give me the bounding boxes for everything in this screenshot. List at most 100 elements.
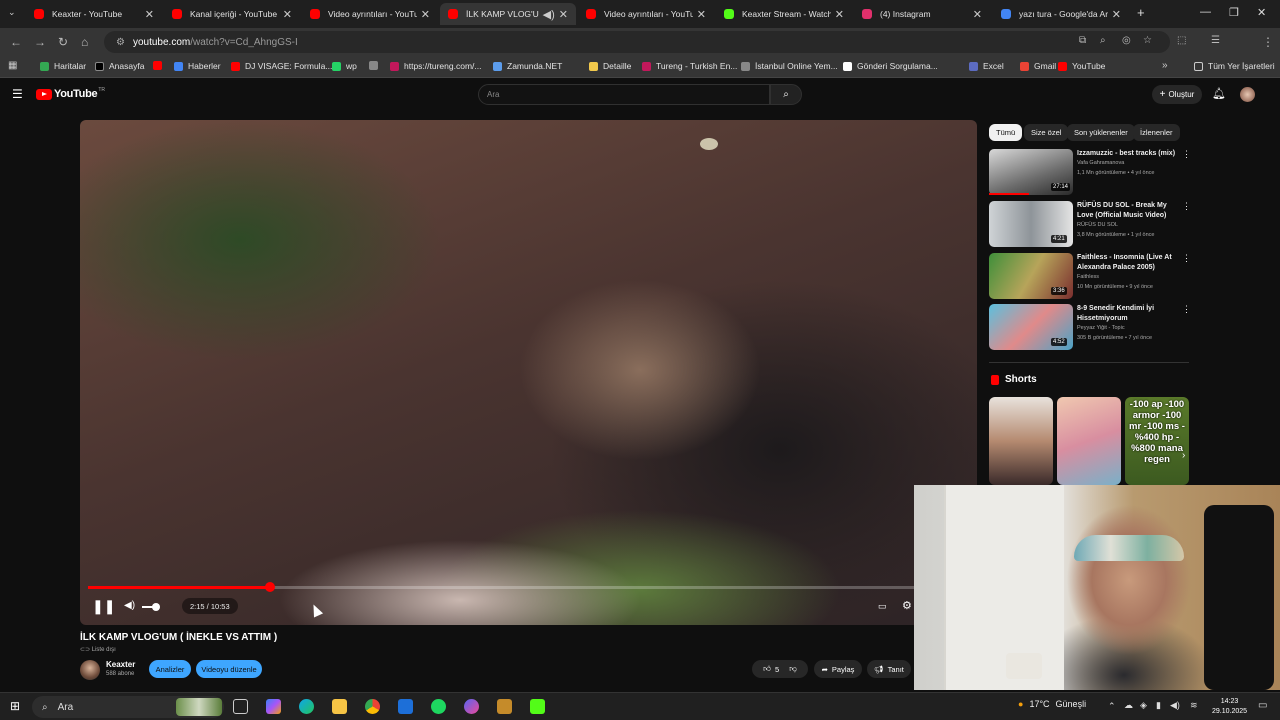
- spotify-icon[interactable]: [431, 699, 446, 714]
- edit-video-button[interactable]: Videoyu düzenle: [196, 660, 262, 678]
- tab-close-icon[interactable]: ✕: [973, 8, 982, 21]
- file-explorer-icon[interactable]: [332, 699, 347, 714]
- filter-chip[interactable]: Son yüklenenler: [1067, 124, 1135, 141]
- tab-close-icon[interactable]: ✕: [559, 8, 568, 21]
- settings-gear-icon[interactable]: ⚙: [902, 599, 912, 612]
- install-icon[interactable]: ⧉: [1079, 35, 1086, 46]
- bookmark-item[interactable]: Tureng - Turkish En...: [642, 61, 737, 71]
- recommended-title[interactable]: Faithless - Insomnia (Live At Alexandra …: [1077, 253, 1181, 272]
- channel-avatar[interactable]: [80, 660, 100, 680]
- browser-tab[interactable]: (4) Instagram ✕: [854, 3, 990, 25]
- more-options-icon[interactable]: ⋮: [1182, 201, 1191, 212]
- bookmark-item[interactable]: Gönderi Sorgulama...: [843, 61, 938, 71]
- progress-bar[interactable]: [88, 582, 969, 592]
- tab-close-icon[interactable]: ✕: [697, 8, 706, 21]
- bookmark-item[interactable]: YouTube: [1058, 61, 1105, 71]
- task-view-icon[interactable]: [233, 699, 248, 714]
- sidepanel-icon[interactable]: ☰: [1211, 35, 1220, 46]
- bookmark-item[interactable]: Haritalar: [40, 61, 86, 71]
- system-clock[interactable]: 14:23 29.10.2025: [1212, 697, 1247, 717]
- apps-icon[interactable]: ▦: [8, 60, 17, 71]
- notification-center-icon[interactable]: ▭: [1258, 700, 1267, 711]
- filter-chip[interactable]: İzlenenler: [1133, 124, 1180, 141]
- all-bookmarks-folder[interactable]: Tüm Yer İşaretleri: [1194, 61, 1275, 71]
- kick-icon[interactable]: [530, 699, 545, 714]
- bookmark-item[interactable]: wp: [332, 61, 357, 71]
- thumbs-down-icon[interactable]: 👎︎: [789, 664, 797, 674]
- promote-button[interactable]: 📢︎ Tanıt: [867, 660, 911, 678]
- short-thumbnail[interactable]: [1057, 397, 1121, 485]
- wifi-icon[interactable]: ≋: [1190, 700, 1198, 711]
- create-button[interactable]: + Oluştur: [1152, 85, 1202, 104]
- network-icon[interactable]: ◈: [1140, 700, 1147, 711]
- bookmark-item[interactable]: DJ VISAGE: Formula...: [231, 61, 332, 71]
- recommended-channel[interactable]: RÜFÜS DU SOL: [1077, 222, 1118, 228]
- tab-close-icon[interactable]: ✕: [421, 8, 430, 21]
- weather-widget[interactable]: ● 17°C Güneşli: [1018, 699, 1086, 709]
- short-thumbnail[interactable]: -100 ap -100 armor -100 mr -100 ms -%400…: [1125, 397, 1189, 485]
- browser-tab[interactable]: Kanal içeriği - YouTube St ✕: [164, 3, 300, 25]
- notifications-bell-icon[interactable]: 🔔︎: [1212, 87, 1226, 100]
- volume-knob[interactable]: [152, 603, 160, 611]
- subtitles-icon[interactable]: ▭: [878, 601, 887, 612]
- analytics-button[interactable]: Analizler: [149, 660, 191, 678]
- recommended-channel[interactable]: Faithless: [1077, 274, 1099, 280]
- volume-icon[interactable]: ◀): [124, 600, 135, 611]
- search-button[interactable]: ⌕: [770, 84, 802, 105]
- tab-search-icon[interactable]: ⌄: [8, 7, 16, 18]
- app-icon-blue[interactable]: [398, 699, 413, 714]
- more-bookmarks-icon[interactable]: »: [1162, 60, 1168, 71]
- recommended-title[interactable]: Izzamuzzic - best tracks (mix): [1077, 149, 1181, 159]
- volume-tray-icon[interactable]: ◀): [1170, 700, 1180, 711]
- bookmark-item[interactable]: [153, 61, 167, 70]
- extensions-icon[interactable]: ⬚: [1177, 35, 1186, 46]
- edge-icon[interactable]: [299, 699, 314, 714]
- site-info-icon[interactable]: ⚙: [116, 37, 125, 48]
- address-bar[interactable]: ⚙ youtube.com /watch?v=Cd_AhngGS-I: [104, 31, 1170, 53]
- youtube-logo[interactable]: YouTube TR: [36, 87, 105, 100]
- mic-icon[interactable]: ▮: [1156, 700, 1161, 711]
- bookmark-item[interactable]: Haberler: [174, 61, 221, 71]
- more-options-icon[interactable]: ⋮: [1182, 304, 1191, 315]
- channel-name[interactable]: Keaxter: [106, 660, 135, 669]
- browser-tab[interactable]: Video ayrıntıları - YouTub ✕: [578, 3, 714, 25]
- bookmark-item[interactable]: Zamunda.NET: [493, 61, 562, 71]
- browser-tab[interactable]: yazı tura - Google'da Ara ✕: [993, 3, 1129, 25]
- recommended-title[interactable]: RÜFÜS DU SOL - Break My Love (Official M…: [1077, 201, 1181, 220]
- bookmark-item[interactable]: Gmail: [1020, 61, 1056, 71]
- recommended-video[interactable]: 4:21 RÜFÜS DU SOL - Break My Love (Offici…: [989, 201, 1191, 247]
- close-window-icon[interactable]: ✕: [1257, 6, 1266, 19]
- shorts-next-icon[interactable]: ›: [1182, 450, 1185, 461]
- thumbs-up-icon[interactable]: 👍︎: [763, 664, 771, 674]
- browser-tab[interactable]: Video ayrıntıları - YouTub ✕: [302, 3, 438, 25]
- back-icon[interactable]: ←: [10, 35, 22, 49]
- browser-tab[interactable]: Keaxter - YouTube ✕: [26, 3, 162, 25]
- filter-chip[interactable]: Size özel: [1024, 124, 1069, 141]
- account-avatar[interactable]: [1240, 87, 1255, 102]
- app-icon-purple[interactable]: [464, 699, 479, 714]
- menu-icon[interactable]: ⋮: [1262, 35, 1274, 49]
- recommended-video[interactable]: 3:36 Faithless - Insomnia (Live At Alexan…: [989, 253, 1191, 299]
- restore-icon[interactable]: ❐: [1229, 6, 1239, 19]
- like-count[interactable]: 5: [775, 665, 779, 674]
- cloud-icon[interactable]: ☁: [1124, 700, 1133, 711]
- chrome-icon[interactable]: [365, 699, 380, 714]
- filter-chip[interactable]: Tümü: [989, 124, 1023, 141]
- windows-start-icon[interactable]: ⊞: [10, 699, 20, 713]
- more-options-icon[interactable]: ⋮: [1182, 253, 1191, 264]
- incognito-icon[interactable]: ◎: [1122, 35, 1131, 46]
- bookmark-item[interactable]: İstanbul Online Yem...: [741, 61, 838, 71]
- recommended-channel[interactable]: Vafa Gahramanova: [1077, 160, 1124, 166]
- app-icon-orange[interactable]: [497, 699, 512, 714]
- bookmark-item[interactable]: Detaille: [589, 61, 631, 71]
- minimize-icon[interactable]: —: [1200, 6, 1211, 18]
- tab-close-icon[interactable]: ✕: [835, 8, 844, 21]
- recommended-title[interactable]: 8-9 Senedir Kendimi İyi Hissetmiyorum: [1077, 304, 1181, 323]
- pause-button[interactable]: ❚❚: [92, 598, 115, 615]
- browser-tab[interactable]: Keaxter Stream - Watch L ✕: [716, 3, 852, 25]
- recommended-channel[interactable]: Peyyaz Yiğit - Topic: [1077, 325, 1125, 331]
- search-input[interactable]: Ara: [478, 84, 770, 105]
- tab-close-icon[interactable]: ✕: [145, 8, 154, 21]
- bookmark-star-icon[interactable]: ☆: [1143, 35, 1152, 46]
- recommended-video[interactable]: 27:14 Izzamuzzic - best tracks (mix) Vafa …: [989, 149, 1191, 195]
